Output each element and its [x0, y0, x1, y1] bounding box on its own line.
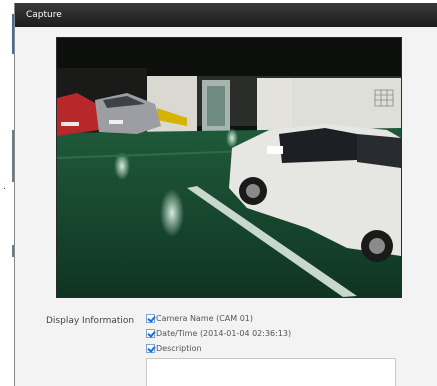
description-checkbox[interactable] [146, 344, 155, 353]
background-text: . [3, 182, 6, 192]
display-information-label: Display Information [46, 316, 135, 326]
camera-name-option[interactable]: Camera Name (CAM 01) [146, 314, 253, 323]
capture-dialog: Capture Display Information Camera Name … [14, 3, 437, 386]
camera-name-checkbox[interactable] [146, 314, 155, 323]
datetime-option-label: Date/Time (2014-01-04 02:36:13) [156, 329, 292, 338]
camera-name-option-label: Camera Name (CAM 01) [156, 314, 254, 323]
dialog-title: Capture [26, 10, 62, 20]
datetime-option[interactable]: Date/Time (2014-01-04 02:36:13) [146, 329, 291, 338]
description-input[interactable] [146, 358, 396, 386]
description-option-label: Description [156, 344, 202, 353]
captured-image [56, 37, 402, 298]
dialog-titlebar[interactable]: Capture [15, 3, 437, 27]
parking-garage-image [57, 38, 401, 297]
datetime-checkbox[interactable] [146, 329, 155, 338]
description-option[interactable]: Description [146, 344, 202, 353]
background-window-edge: . [0, 0, 15, 386]
dialog-content: Display Information Camera Name (CAM 01)… [15, 27, 437, 386]
